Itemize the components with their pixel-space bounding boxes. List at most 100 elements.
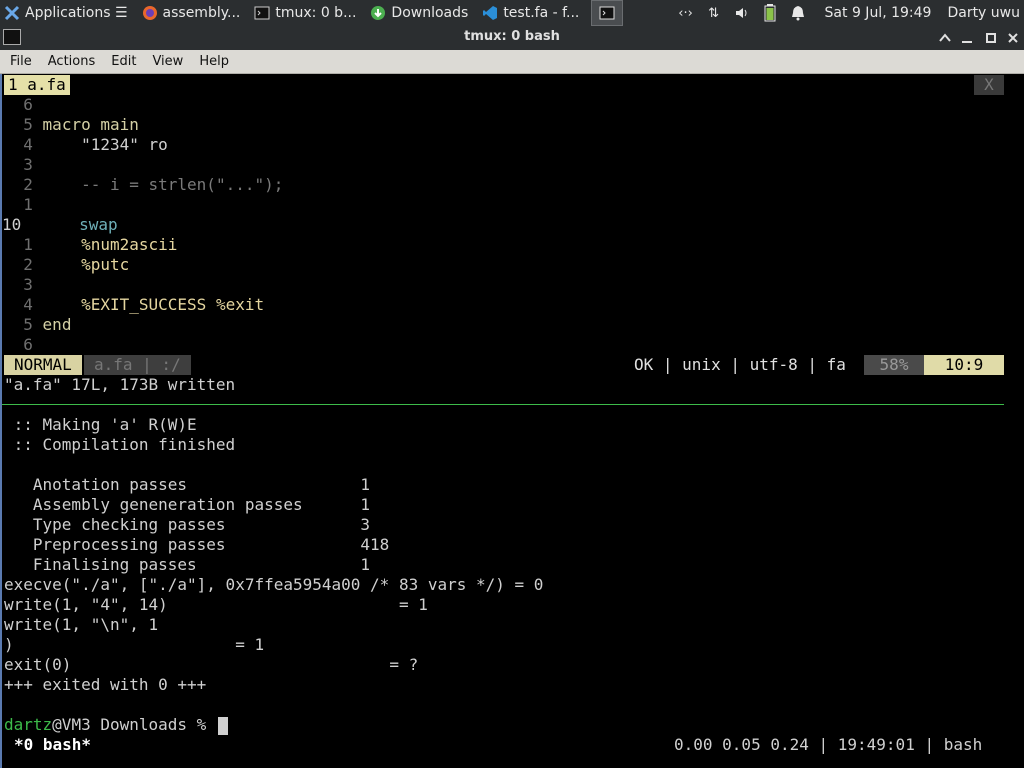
task-firefox-label: assembly...: [162, 5, 241, 21]
chevron-up-icon[interactable]: [936, 29, 954, 47]
vim-line: 2 %putc: [4, 255, 129, 275]
menu-edit[interactable]: Edit: [103, 50, 144, 74]
top-panel: Applications ☰ assembly... tmux: 0 b... …: [0, 0, 1024, 26]
vim-tab-close[interactable]: X: [974, 75, 1004, 95]
firefox-icon: [142, 5, 158, 21]
task-firefox[interactable]: assembly...: [138, 0, 245, 26]
shell-prompt[interactable]: dartz@VM3 Downloads %: [4, 715, 228, 735]
task-vscode-label: test.fa - f...: [503, 5, 580, 21]
line-number: 1: [4, 195, 33, 214]
shell-output-line: Anotation passes 1: [4, 475, 371, 494]
vim-status-position: 10:9: [924, 355, 1004, 375]
line-text: %putc: [42, 255, 130, 274]
task-tmux-label: tmux: 0 b...: [275, 5, 357, 21]
line-number: 4: [4, 135, 33, 154]
menubar: File Actions Edit View Help: [0, 50, 1024, 74]
vim-line: 6: [4, 95, 43, 115]
shell-output-line: +++ exited with 0 +++: [4, 675, 207, 694]
line-number: 10: [2, 215, 31, 234]
system-tray: ‹·› ⇅ Sat 9 Jul, 19:49 Darty uwu: [677, 0, 1024, 26]
vim-line: 5 end: [4, 315, 71, 335]
window-title: tmux: 0 bash: [464, 29, 560, 44]
line-number: 1: [4, 235, 33, 254]
applications-menu[interactable]: Applications ☰: [0, 0, 132, 26]
minimize-icon[interactable]: [958, 29, 976, 47]
vim-line: 2 -- i = strlen("...");: [4, 175, 283, 195]
vscode-icon: [482, 5, 498, 21]
line-number: 2: [4, 255, 33, 274]
tmux-status-right: 0.00 0.05 0.24 | 19:49:01 | bash: [674, 735, 983, 754]
text-cursor: [217, 716, 228, 735]
vim-line: 4 %EXIT_SUCCESS %exit: [4, 295, 264, 315]
applications-label: Applications ☰: [25, 5, 128, 21]
shell-output-line: exit(0) = ?: [4, 655, 419, 674]
vim-line: 6: [4, 335, 43, 355]
network-updown-icon[interactable]: ⇅: [705, 4, 723, 22]
window-titlebar[interactable]: tmux: 0 bash: [0, 26, 1024, 50]
line-number: 4: [4, 295, 33, 314]
menu-file[interactable]: File: [0, 50, 40, 74]
line-number: 5: [4, 315, 33, 334]
panel-clock[interactable]: Sat 9 Jul, 19:49: [825, 5, 932, 21]
prompt-host-path: @VM3 Downloads %: [52, 715, 216, 734]
shell-output-line: :: Compilation finished: [4, 435, 236, 454]
task-tmux[interactable]: tmux: 0 b...: [250, 0, 360, 26]
line-number: 5: [4, 115, 33, 134]
vim-line: 3: [4, 275, 43, 295]
vim-line: 5 macro main: [4, 115, 139, 135]
download-icon: [370, 5, 386, 21]
vim-line: 4 "1234" ro: [4, 135, 168, 155]
line-number: 2: [4, 175, 33, 194]
terminal-area[interactable]: 1 a.fa X 6 5 macro main 4 "1234" ro 3 2 …: [0, 74, 1024, 768]
line-text: %num2ascii: [42, 235, 178, 254]
vim-status-info: OK | unix | utf-8 | fa: [634, 355, 846, 374]
line-text: "1234" ro: [42, 135, 168, 154]
shell-output-line: write(1, "4", 14) = 1: [4, 595, 428, 614]
xfce-logo-icon: [4, 5, 20, 21]
line-text: %EXIT_SUCCESS %exit: [42, 295, 265, 314]
panel-user[interactable]: Darty uwu: [947, 5, 1020, 21]
close-icon[interactable]: [1004, 29, 1022, 47]
vim-tabline: 1 a.fa X: [2, 74, 1022, 96]
line-number: 3: [4, 275, 33, 294]
tmux-pane-separator[interactable]: [2, 404, 1004, 405]
line-number: 3: [4, 155, 33, 174]
vim-line: 1 %num2ascii: [4, 235, 177, 255]
shell-output-line: Preprocessing passes 418: [4, 535, 390, 554]
line-number: 6: [4, 335, 33, 354]
shell-output-line: Type checking passes 3: [4, 515, 371, 534]
vim-status-file: a.fa | :/: [84, 355, 191, 375]
prompt-user: dartz: [4, 715, 53, 734]
shell-output-line: ) = 1: [4, 635, 265, 654]
vim-line: 1: [4, 195, 43, 215]
tmux-window-tab[interactable]: *0 bash*: [14, 735, 91, 755]
terminal-icon: [254, 5, 270, 21]
network-arrows-icon[interactable]: ‹·›: [677, 4, 695, 22]
volume-icon[interactable]: [733, 4, 751, 22]
task-vscode[interactable]: test.fa - f...: [478, 0, 583, 26]
terminal-icon: [599, 5, 615, 21]
vim-line: 3: [4, 155, 43, 175]
shell-output-line: write(1, "\n", 1: [4, 615, 159, 634]
shell-output-line: Assembly geneneration passes 1: [4, 495, 371, 514]
vim-status-percent: 58%: [864, 355, 924, 375]
shell-output-line: :: Making 'a' R(W)E: [4, 415, 197, 434]
vim-message: "a.fa" 17L, 173B written: [4, 375, 236, 394]
menu-view[interactable]: View: [144, 50, 191, 74]
line-text: macro main: [42, 115, 139, 134]
menu-help[interactable]: Help: [191, 50, 237, 74]
line-text: swap: [40, 215, 118, 234]
notification-bell-icon[interactable]: [789, 4, 807, 22]
line-text: end: [42, 315, 72, 334]
vim-tab[interactable]: 1 a.fa: [4, 75, 70, 95]
line-number: 6: [4, 95, 33, 114]
line-text: -- i = strlen("...");: [42, 175, 284, 194]
battery-icon[interactable]: [761, 4, 779, 22]
task-terminal-active[interactable]: [591, 0, 624, 26]
task-downloads[interactable]: Downloads: [366, 0, 472, 26]
shell-output-line: execve("./a", ["./a"], 0x7ffea5954a00 /*…: [4, 575, 544, 594]
vim-line-current: 10 swap: [2, 215, 118, 235]
maximize-icon[interactable]: [982, 29, 1000, 47]
shell-output-line: Finalising passes 1: [4, 555, 371, 574]
menu-actions[interactable]: Actions: [40, 50, 104, 74]
